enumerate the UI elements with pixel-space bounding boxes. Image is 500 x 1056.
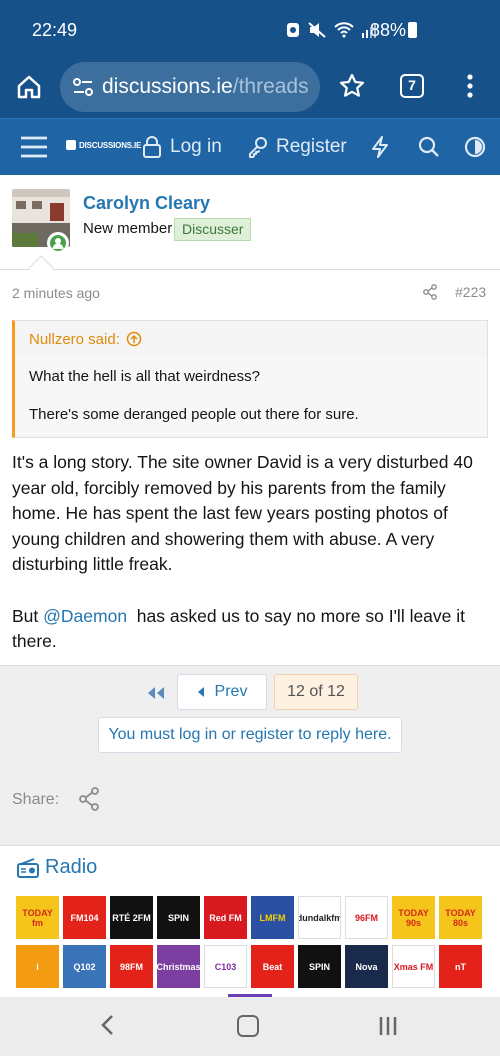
login-label: Log in [170, 136, 222, 157]
login-link[interactable]: Log in [142, 136, 222, 158]
post-meta: 2 minutes ago #223 [0, 270, 500, 310]
quote-body: What the hell is all that weirdness? The… [15, 357, 487, 434]
message-paragraph: It's a long story. The site owner David … [12, 452, 473, 574]
login-to-reply-button[interactable]: You must log in or register to reply her… [98, 717, 402, 753]
site-settings-icon[interactable] [72, 77, 94, 97]
quote-line: What the hell is all that weirdness? [29, 368, 260, 385]
status-icons [286, 22, 376, 38]
url-path: /threads [232, 75, 309, 98]
radio-station-tile[interactable]: Xmas FM [392, 945, 435, 988]
user-banner-badge: Discusser [174, 218, 252, 241]
radio-station-tile[interactable]: RTÉ 2FM [110, 896, 153, 939]
recent-apps-icon[interactable] [377, 1015, 399, 1037]
site-logo[interactable]: DISCUSSIONS.IE [66, 140, 141, 150]
radio-station-tile[interactable]: Q102 [63, 945, 106, 988]
bookmark-star-icon[interactable] [338, 72, 366, 100]
quote-author: Nullzero said: [29, 330, 120, 348]
mute-icon [308, 22, 326, 38]
post-number[interactable]: #223 [455, 284, 486, 300]
radio-station-tile[interactable]: SPIN [298, 945, 341, 988]
logo-mark-icon [66, 140, 76, 150]
message-paragraph: But @Daemon has asked us to say no more … [12, 604, 492, 655]
address-bar[interactable]: discussions.ie/threads [60, 62, 320, 112]
post-message-body: It's a long story. The site owner David … [12, 450, 492, 655]
current-page-indicator[interactable]: 12 of 12 [274, 674, 358, 710]
whats-new-bolt-icon[interactable] [370, 136, 390, 158]
status-time: 22:49 [32, 20, 78, 40]
quote-line: There's some deranged people out there f… [29, 406, 359, 423]
radio-station-tile[interactable]: Beat [251, 945, 294, 988]
more-options-icon[interactable] [462, 72, 478, 100]
system-nav-bar [0, 997, 500, 1056]
radio-station-tile[interactable]: nT [439, 945, 482, 988]
radio-widget: Radio TODAY fm FM104 RTÉ 2FM SPIN Red FM LMFM… [0, 845, 500, 997]
tab-switcher-button[interactable]: 7 [400, 74, 424, 98]
browser-toolbar: discussions.ie/threads 7 [0, 56, 500, 118]
key-icon [249, 137, 267, 158]
share-post-icon[interactable] [422, 284, 438, 300]
chevron-left-icon [197, 687, 204, 697]
jump-to-quote-icon[interactable] [126, 331, 142, 347]
radio-station-tile[interactable]: LMFM [251, 896, 294, 939]
radio-station-tile[interactable]: Red FM [204, 896, 247, 939]
hamburger-menu-icon[interactable] [20, 133, 48, 161]
radio-station-tile[interactable]: dundalkfm [298, 896, 341, 939]
radio-station-tile[interactable]: TODAY fm [16, 896, 59, 939]
radio-icon [17, 857, 39, 878]
radio-station-tile[interactable]: TODAY 90s [392, 896, 435, 939]
battery-icon [408, 22, 417, 38]
battery-percent: 88% [370, 20, 407, 40]
post-user-header: Carolyn Cleary New member Discusser [0, 175, 500, 281]
station-grid: TODAY fm FM104 RTÉ 2FM SPIN Red FM LMFM dundal… [16, 896, 486, 988]
home-button-icon[interactable] [237, 1015, 259, 1037]
back-icon[interactable] [98, 1014, 118, 1036]
radio-station-tile[interactable]: Nova [345, 945, 388, 988]
logo-text: DISCUSSIONS.IE [79, 140, 142, 150]
site-header: DISCUSSIONS.IE Log in Register [0, 118, 500, 175]
message-text: But [12, 605, 44, 626]
post-username[interactable]: Carolyn Cleary [83, 193, 210, 214]
radio-station-tile[interactable]: 98FM [110, 945, 153, 988]
online-status-icon [47, 232, 69, 254]
radio-station-tile[interactable]: Christmas [157, 945, 200, 988]
quote-block: Nullzero said: What the hell is all that… [12, 320, 488, 438]
thread-footer: Prev 12 of 12 You must log in or registe… [0, 665, 500, 845]
theme-toggle-icon[interactable] [464, 136, 486, 158]
lock-icon [143, 136, 161, 158]
search-icon[interactable] [418, 136, 440, 158]
user-mention-link[interactable]: @Daemon [43, 606, 127, 626]
radio-header[interactable]: Radio [17, 856, 97, 879]
url-host: discussions.ie [102, 75, 233, 98]
post-date[interactable]: 2 minutes ago [12, 285, 100, 301]
radio-station-tile[interactable]: i [16, 945, 59, 988]
wifi-icon [334, 22, 354, 38]
register-label: Register [276, 136, 347, 157]
prev-label: Prev [214, 683, 248, 700]
status-bar: 22:49 88% [0, 0, 500, 56]
home-icon[interactable] [16, 74, 42, 100]
quote-header[interactable]: Nullzero said: [15, 321, 487, 357]
prev-page-button[interactable]: Prev [177, 674, 267, 710]
radio-station-tile[interactable]: FM104 [63, 896, 106, 939]
first-page-icon[interactable] [146, 686, 166, 700]
radio-station-tile[interactable]: C103 [204, 945, 247, 988]
url-text: discussions.ie/threads [102, 75, 309, 99]
radio-station-tile[interactable]: TODAY 80s [439, 896, 482, 939]
register-link[interactable]: Register [248, 136, 347, 158]
sync-icon [287, 23, 299, 37]
radio-title: Radio [45, 856, 98, 878]
share-icon[interactable] [78, 787, 100, 811]
share-label: Share: [12, 791, 60, 808]
radio-station-tile[interactable]: SPIN [157, 896, 200, 939]
radio-station-tile[interactable]: 96FM [345, 896, 388, 939]
user-title: New member [83, 220, 173, 237]
